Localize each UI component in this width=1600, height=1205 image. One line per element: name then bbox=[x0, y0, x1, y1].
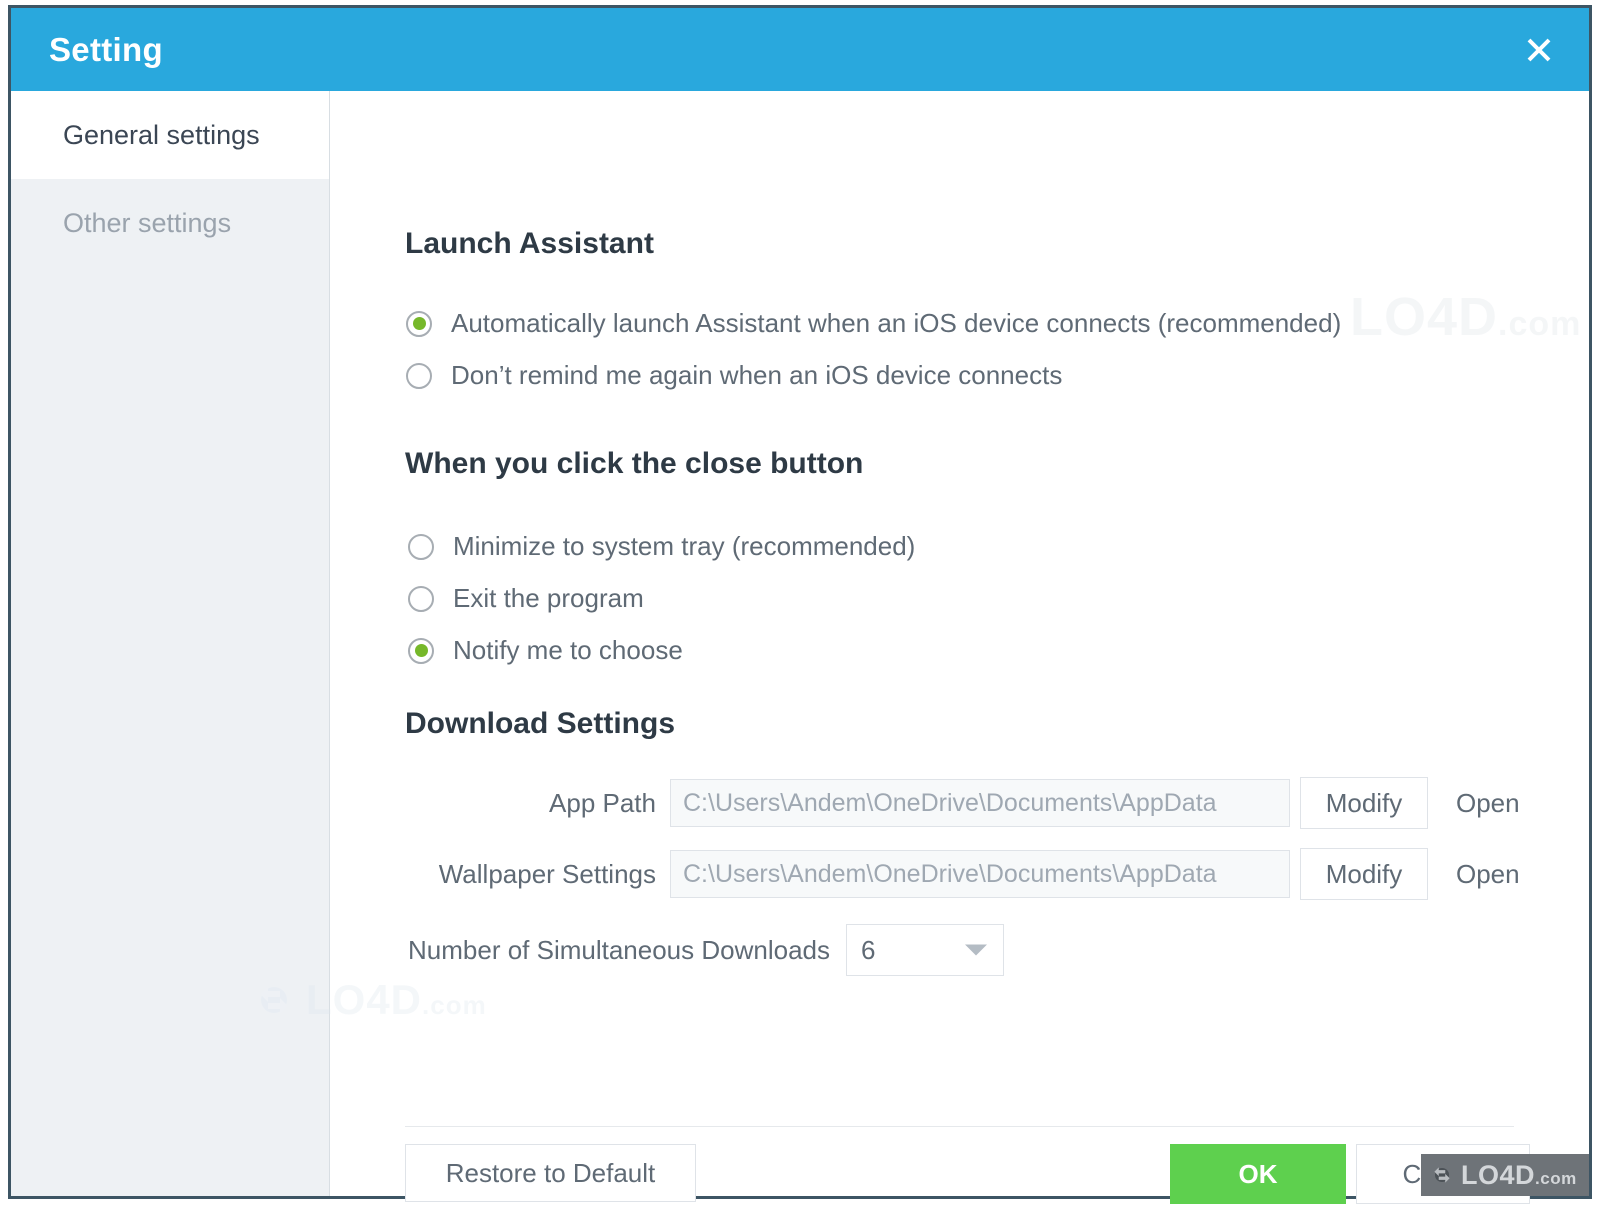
radio-dont-remind-again[interactable]: Don’t remind me again when an iOS device… bbox=[406, 360, 1062, 391]
radio-auto-launch-assistant[interactable]: Automatically launch Assistant when an i… bbox=[406, 308, 1341, 339]
simultaneous-downloads-row: Number of Simultaneous Downloads 6 bbox=[408, 924, 1004, 976]
app-path-input[interactable]: C:\Users\Andem\OneDrive\Documents\AppDat… bbox=[670, 779, 1290, 827]
radio-indicator[interactable] bbox=[408, 533, 434, 560]
sidebar-item-general-settings[interactable]: General settings bbox=[11, 91, 329, 179]
ok-button[interactable]: OK bbox=[1170, 1144, 1346, 1204]
watermark-center: LO4D.com bbox=[1350, 286, 1581, 348]
app-path-open-link[interactable]: Open bbox=[1456, 788, 1520, 819]
radio-label: Exit the program bbox=[453, 583, 644, 613]
sidebar-item-label: General settings bbox=[63, 119, 260, 150]
section-title-close-button: When you click the close button bbox=[405, 447, 864, 480]
app-path-label: App Path bbox=[549, 787, 656, 818]
sidebar: General settings Other settings bbox=[11, 91, 330, 1196]
radio-exit-program[interactable]: Exit the program bbox=[408, 583, 644, 614]
page-title: Setting bbox=[49, 30, 163, 68]
radio-indicator[interactable] bbox=[408, 637, 434, 664]
app-path-value: C:\Users\Andem\OneDrive\Documents\AppDat… bbox=[683, 788, 1217, 817]
radio-label: Notify me to choose bbox=[453, 635, 683, 665]
simultaneous-downloads-label: Number of Simultaneous Downloads bbox=[408, 934, 830, 965]
wallpaper-settings-value: C:\Users\Andem\OneDrive\Documents\AppDat… bbox=[683, 859, 1217, 888]
section-title-download-settings: Download Settings bbox=[405, 707, 675, 740]
sidebar-item-label: Other settings bbox=[63, 207, 232, 238]
settings-dialog: Setting General settings Other settings … bbox=[8, 5, 1592, 1204]
chevron-down-icon bbox=[965, 944, 987, 956]
cancel-button[interactable]: Cancel bbox=[1356, 1144, 1530, 1204]
sidebar-item-other-settings[interactable]: Other settings bbox=[11, 179, 329, 267]
radio-minimize-to-tray[interactable]: Minimize to system tray (recommended) bbox=[408, 531, 915, 562]
title-bar: Setting bbox=[11, 8, 1589, 91]
app-path-modify-button[interactable]: Modify bbox=[1300, 777, 1428, 829]
radio-label: Don’t remind me again when an iOS device… bbox=[451, 360, 1063, 390]
close-icon[interactable] bbox=[1517, 28, 1561, 72]
watermark-text: LO4D.com bbox=[1350, 287, 1582, 347]
wallpaper-settings-label: Wallpaper Settings bbox=[438, 858, 656, 889]
app-path-row: App Path C:\Users\Andem\OneDrive\Documen… bbox=[412, 777, 1520, 829]
section-title-launch-assistant: Launch Assistant bbox=[405, 227, 654, 260]
radio-indicator[interactable] bbox=[406, 362, 432, 389]
simultaneous-downloads-select[interactable]: 6 bbox=[846, 924, 1004, 976]
wallpaper-settings-modify-button[interactable]: Modify bbox=[1300, 848, 1428, 900]
radio-indicator[interactable] bbox=[406, 310, 432, 337]
watermark-text: LO4D.com bbox=[306, 976, 487, 1023]
radio-notify-me-to-choose[interactable]: Notify me to choose bbox=[408, 635, 683, 666]
restore-to-default-button[interactable]: Restore to Default bbox=[405, 1144, 696, 1202]
radio-label: Minimize to system tray (recommended) bbox=[453, 531, 916, 561]
simultaneous-downloads-value: 6 bbox=[861, 934, 876, 965]
radio-label: Automatically launch Assistant when an i… bbox=[451, 308, 1342, 338]
dialog-body: General settings Other settings LO4D.com… bbox=[11, 91, 1589, 1204]
radio-indicator[interactable] bbox=[408, 585, 434, 612]
footer-divider bbox=[405, 1126, 1514, 1127]
content-panel: LO4D.com Launch Assistant Automatically … bbox=[260, 91, 1589, 1204]
wallpaper-settings-row: Wallpaper Settings C:\Users\Andem\OneDri… bbox=[412, 848, 1520, 900]
wallpaper-settings-input[interactable]: C:\Users\Andem\OneDrive\Documents\AppDat… bbox=[670, 850, 1290, 898]
wallpaper-settings-open-link[interactable]: Open bbox=[1456, 859, 1520, 890]
